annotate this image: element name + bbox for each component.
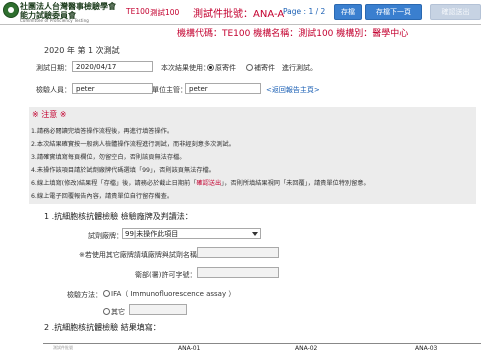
permit-label: 衛部(署)許可字號： xyxy=(135,271,197,279)
method-label: 檢驗方法： xyxy=(67,291,102,299)
radio-method-other[interactable] xyxy=(103,308,110,315)
supervisor-label: 單位主管： xyxy=(152,86,187,94)
reagent-label: 試劑廠牌： xyxy=(88,232,123,240)
notice-item: 6.線上電子回覆報告內容，請貴單位自行留存備查。 xyxy=(31,193,174,200)
notice-item: 2.本次結果確實按一般病人檢體操作流程進行測試，而非經刻意多次測試。 xyxy=(31,141,235,148)
table-header-cell: 測試件批號 xyxy=(53,345,73,350)
notice-title: ※ 注意 ※ xyxy=(32,110,67,119)
save-next-button[interactable]: 存檔下一頁 xyxy=(365,4,422,20)
institution-info-bar: 機構代碼：TE100 機構名稱：測試100 機構別：醫學中心 xyxy=(0,25,481,39)
radio-method-ifa-label: IFA（ Immunofluorescence assay ） xyxy=(111,290,236,298)
reagent-select-value: 99|未操作此項目 xyxy=(125,230,179,238)
supervisor-input[interactable]: peter xyxy=(185,83,261,94)
radio-original[interactable] xyxy=(207,64,214,71)
page-title: 測試件批號：ANA-A xyxy=(193,9,285,20)
notice-box: ※ 注意 ※ 1.請務必閱讀完填答操作流程後，再進行填答操作。 2.本次結果確實… xyxy=(29,107,476,204)
notice-item-part: 」，否則所填結果視同「未回覆」，請貴單位特別留意。 xyxy=(221,180,370,187)
page-indicator: Page : 1 / 2 xyxy=(283,7,326,16)
usage-suffix: 進行測試。 xyxy=(282,64,317,72)
other-brand-input[interactable] xyxy=(197,247,279,258)
usage-label: 本次結果使用： xyxy=(161,64,210,72)
notice-highlight: 確認送出 xyxy=(196,180,222,187)
table-header-cell: ANA-02 xyxy=(295,345,318,352)
save-button[interactable]: 存檔 xyxy=(334,4,362,20)
radio-resend-label: 補寄件 xyxy=(254,64,275,72)
chevron-down-icon xyxy=(252,232,258,236)
radio-resend[interactable] xyxy=(246,64,253,71)
test-round: 2020 年 第 1 次測試 xyxy=(44,46,120,55)
date-input[interactable]: 2020/04/17 xyxy=(72,61,153,72)
section2-title: 2 .抗細胞核抗體檢驗 結果填寫： xyxy=(44,323,161,332)
method-other-input[interactable] xyxy=(129,304,187,315)
radio-method-other-label: 其它 xyxy=(111,308,125,316)
inspector-input[interactable]: peter xyxy=(72,83,153,94)
submit-button[interactable]: 確認送出 xyxy=(430,4,481,20)
notice-item-part: 6.線上填寫(修改)結果程「存檔」後，請務必於截止日期前「 xyxy=(31,180,197,187)
permit-input[interactable] xyxy=(197,267,279,278)
notice-item: 3.請確實填寫每頁欄位，勿留空白，否則該頁無法存檔。 xyxy=(31,154,186,161)
notice-item: 1.請務必閱讀完填答操作流程後，再進行填答操作。 xyxy=(31,128,174,135)
other-brand-label: ※若使用其它廠牌請填廠牌與試劑名稱： xyxy=(79,251,204,259)
table-header-cell: ANA-03 xyxy=(415,345,438,352)
org-name-line1: 社團法人台灣醫事檢驗學會 xyxy=(20,2,116,11)
org-name-en: Committee of Proficiency Testing xyxy=(20,18,89,23)
inspector-label: 檢驗人員： xyxy=(36,86,71,94)
association-logo xyxy=(3,2,19,18)
institution-info: 機構代碼：TE100 機構名稱：測試100 機構別：醫學中心 xyxy=(177,29,409,39)
top-bar: 社團法人台灣醫事檢驗學會 能力試驗委員會 Committee of Profic… xyxy=(0,0,481,25)
institution-code: TE100 xyxy=(126,7,150,16)
notice-item: 6.線上填寫(修改)結果程「存檔」後，請務必於截止日期前「確認送出」，否則所填結… xyxy=(31,178,370,187)
back-to-report-link[interactable]: <返回報告主頁> xyxy=(266,85,320,95)
radio-method-ifa[interactable] xyxy=(103,290,110,297)
date-label: 測試日期： xyxy=(36,64,71,72)
table-header-cell: ANA-01 xyxy=(178,345,201,352)
section1-title: 1 .抗細胞核抗體檢驗 檢驗廠牌及判讀法： xyxy=(44,212,193,221)
reagent-select[interactable]: 99|未操作此項目 xyxy=(122,228,261,239)
test-name: 測試100 xyxy=(150,8,180,17)
radio-original-label: 原寄件 xyxy=(215,64,236,72)
notice-item: 4.未操作該項目請於試劑廠牌代碼選填「99」，否則該頁無法存檔。 xyxy=(31,167,215,174)
